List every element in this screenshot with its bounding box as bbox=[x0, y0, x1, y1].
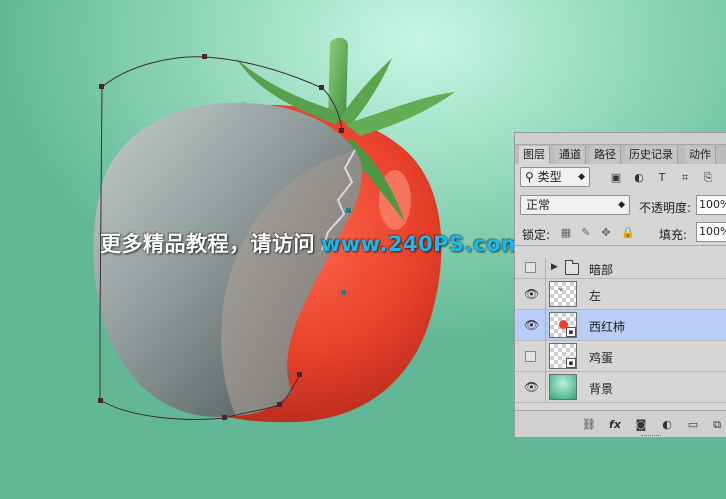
layer-row-left[interactable]: 👁 ˅ 左 bbox=[515, 279, 726, 310]
folder-icon bbox=[565, 260, 579, 275]
panel-tab-bar: 图层 通道 路径 历史记录 动作 bbox=[515, 133, 726, 164]
layer-list: ▶ 暗部 👁 ˅ 左 👁 ▪ 西红柿 ▪ 鸡蛋 👁 背景 bbox=[515, 246, 726, 410]
opacity-label: 不透明度: bbox=[639, 201, 692, 215]
visibility-toggle[interactable] bbox=[525, 262, 536, 273]
smart-object-icon: ▪ bbox=[566, 358, 576, 368]
type-filter-icon[interactable]: T bbox=[655, 171, 669, 185]
filter-kind-select[interactable]: ⚲ 类型 ◆ bbox=[520, 167, 590, 187]
watermark-caption: 更多精品教程，请访问 bbox=[100, 232, 315, 256]
tab-history[interactable]: 历史记录 bbox=[625, 146, 678, 164]
image-filter-icon[interactable]: ▣ bbox=[609, 171, 623, 185]
layer-name[interactable]: 左 bbox=[589, 287, 601, 304]
layer-name[interactable]: 鸡蛋 bbox=[589, 349, 613, 366]
panel-collapse-bar[interactable] bbox=[515, 133, 726, 145]
fx-icon[interactable]: fx bbox=[607, 417, 623, 433]
layer-name[interactable]: 西红柿 bbox=[589, 318, 625, 335]
layers-panel: 图层 通道 路径 历史记录 动作 ⚲ 类型 ◆ ▣ ◐ T ⌗ ⎘ 正常 ◆ 不… bbox=[514, 132, 726, 438]
tab-channels[interactable]: 通道 bbox=[555, 146, 586, 164]
visibility-toggle[interactable] bbox=[525, 351, 536, 362]
layer-row-background[interactable]: 👁 背景 bbox=[515, 372, 726, 403]
layer-row-egg[interactable]: ▪ 鸡蛋 bbox=[515, 341, 726, 372]
column-divider bbox=[545, 341, 546, 372]
eye-icon[interactable]: 👁 bbox=[524, 381, 539, 393]
layer-name[interactable]: 暗部 bbox=[589, 261, 613, 278]
layer-name[interactable]: 背景 bbox=[589, 380, 613, 397]
fill-input[interactable]: 100% bbox=[696, 222, 726, 242]
tab-actions[interactable]: 动作 bbox=[685, 146, 716, 164]
layer-thumbnail bbox=[549, 374, 577, 400]
layer-row-tomato[interactable]: 👁 ▪ 西红柿 bbox=[515, 310, 726, 341]
blend-mode-value: 正常 bbox=[526, 198, 551, 212]
new-layer-icon[interactable]: ⧉ bbox=[709, 417, 725, 433]
lock-position-icon[interactable]: ✥ bbox=[599, 226, 613, 240]
layers-bottom-toolbar: ⛓ fx ◙ ◐ ▭ ⧉ bbox=[515, 410, 726, 437]
lock-fill-row: 锁定: ▦ ✎ ✥ 🔒 填充: 100% bbox=[515, 218, 726, 246]
layer-filter-row: ⚲ 类型 ◆ ▣ ◐ T ⌗ ⎘ bbox=[515, 164, 726, 192]
mask-icon[interactable]: ◙ bbox=[633, 417, 649, 433]
expand-arrow-icon[interactable]: ▶ bbox=[551, 262, 558, 272]
folder-icon[interactable]: ▭ bbox=[685, 417, 701, 433]
smart-object-icon: ▪ bbox=[566, 327, 576, 337]
mark-glyph: ˅ bbox=[558, 287, 564, 301]
blend-mode-select[interactable]: 正常 ◆ bbox=[520, 195, 630, 215]
tab-paths[interactable]: 路径 bbox=[590, 146, 621, 164]
panel-resize-grip[interactable] bbox=[641, 435, 661, 437]
tab-layers[interactable]: 图层 bbox=[519, 146, 550, 164]
filter-kind-label: 类型 bbox=[537, 170, 562, 184]
opacity-input[interactable]: 100% bbox=[696, 195, 726, 215]
blend-opacity-row: 正常 ◆ 不透明度: 100% bbox=[515, 192, 726, 218]
link-icon[interactable]: ⛓ bbox=[581, 417, 597, 433]
lock-label: 锁定: bbox=[522, 228, 551, 242]
column-divider bbox=[545, 258, 546, 279]
adjustment-icon[interactable]: ◐ bbox=[659, 417, 675, 433]
layer-thumbnail: ˅ bbox=[549, 281, 577, 307]
column-divider bbox=[545, 372, 546, 403]
layer-thumbnail: ▪ bbox=[549, 312, 577, 338]
adjustment-filter-icon[interactable]: ◐ bbox=[632, 171, 646, 185]
lock-image-icon[interactable]: ✎ bbox=[579, 226, 593, 240]
shape-filter-icon[interactable]: ⌗ bbox=[678, 171, 692, 185]
fill-label: 填充: bbox=[659, 228, 688, 242]
layer-thumbnail: ▪ bbox=[549, 343, 577, 369]
watermark-text: 更多精品教程，请访问 www.240PS.com bbox=[100, 228, 523, 258]
column-divider bbox=[545, 279, 546, 310]
eye-icon[interactable]: 👁 bbox=[524, 319, 539, 331]
search-icon: ⚲ bbox=[525, 170, 534, 184]
column-divider bbox=[545, 310, 546, 341]
eye-icon[interactable]: 👁 bbox=[524, 288, 539, 300]
lock-all-icon[interactable]: 🔒 bbox=[621, 226, 635, 240]
smart-object-filter-icon[interactable]: ⎘ bbox=[701, 171, 715, 185]
watermark-url: www.240PS.com bbox=[321, 232, 524, 256]
lock-transparent-icon[interactable]: ▦ bbox=[559, 226, 573, 240]
chevron-updown-icon: ◆ bbox=[618, 200, 625, 210]
chevron-updown-icon: ◆ bbox=[578, 172, 585, 182]
layer-row-group[interactable]: ▶ 暗部 bbox=[515, 258, 726, 279]
